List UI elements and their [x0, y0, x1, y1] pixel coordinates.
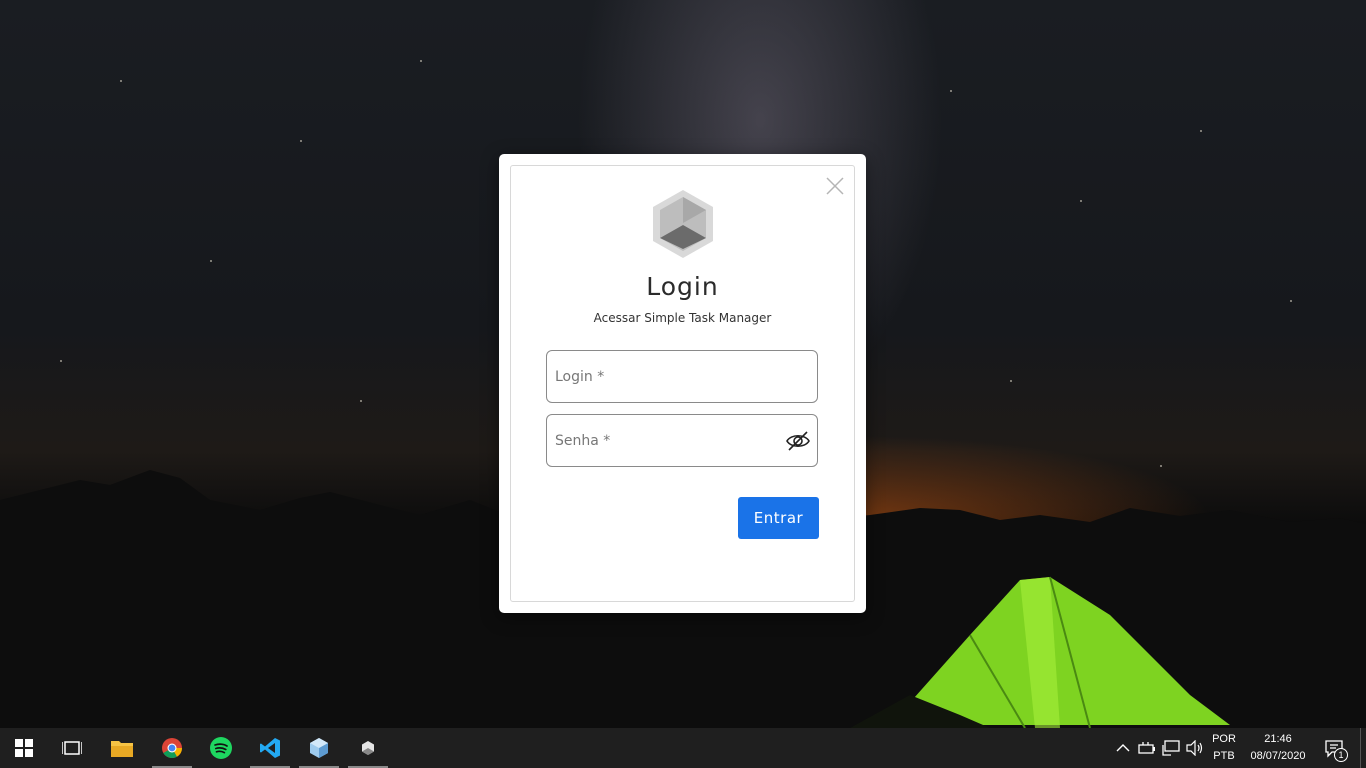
vscode-button[interactable] [250, 728, 290, 768]
chrome-icon [162, 738, 182, 758]
password-field[interactable] [546, 414, 818, 467]
task-view-button[interactable] [52, 728, 92, 768]
cube-icon [310, 738, 328, 758]
volume-icon[interactable] [1186, 740, 1204, 756]
eye-slash-icon[interactable] [785, 429, 811, 453]
spotify-icon [210, 737, 232, 759]
password-input[interactable] [547, 415, 767, 466]
submit-button[interactable]: Entrar [738, 497, 819, 539]
language-code[interactable]: POR [1210, 733, 1238, 745]
task-manager-button[interactable] [348, 728, 388, 768]
spotify-button[interactable] [201, 728, 241, 768]
task-view-icon [62, 741, 82, 755]
app-logo-icon [652, 189, 714, 259]
cube-app-button[interactable] [299, 728, 339, 768]
network-icon[interactable] [1162, 740, 1180, 756]
dialog-subtitle: Acessar Simple Task Manager [593, 311, 772, 325]
start-button[interactable] [4, 728, 44, 768]
show-hidden-icons-chevron-icon[interactable] [1114, 740, 1132, 756]
hexagon-icon [362, 741, 374, 755]
dialog-title: Login [646, 272, 719, 301]
show-desktop-button[interactable] [1360, 728, 1361, 768]
vscode-icon [260, 738, 280, 758]
folder-icon [111, 741, 133, 757]
taskbar: POR PTB 21:46 08/07/2020 1 [0, 728, 1366, 768]
file-explorer-button[interactable] [102, 728, 142, 768]
clock-time[interactable]: 21:46 [1244, 733, 1312, 745]
login-input[interactable] [547, 351, 767, 402]
clock-date[interactable]: 08/07/2020 [1244, 750, 1312, 762]
notification-badge: 1 [1334, 748, 1348, 762]
windows-logo-icon [15, 739, 33, 757]
login-field[interactable] [546, 350, 818, 403]
battery-plug-icon[interactable] [1138, 740, 1156, 756]
close-icon[interactable] [825, 176, 845, 196]
tent-illustration [850, 576, 1230, 728]
keyboard-layout[interactable]: PTB [1210, 750, 1238, 762]
chrome-button[interactable] [152, 728, 192, 768]
